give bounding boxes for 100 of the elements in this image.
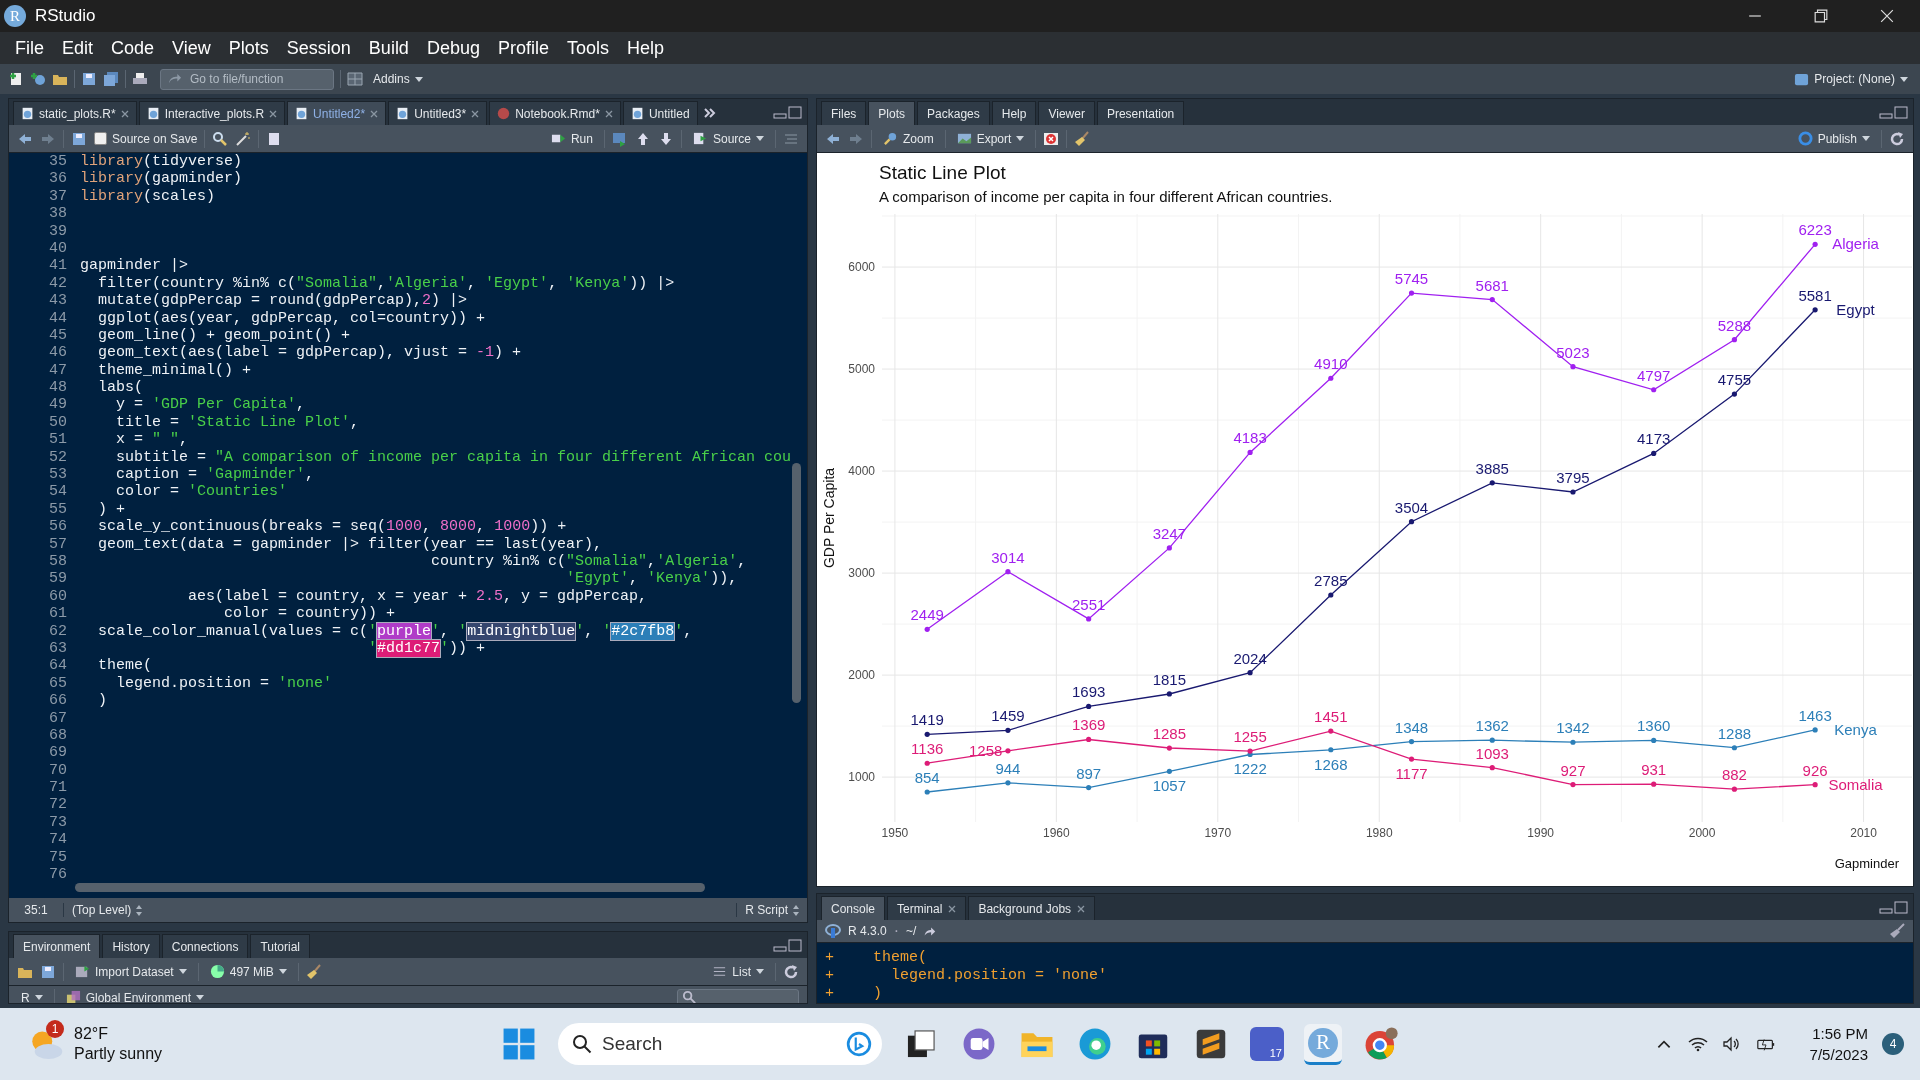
- broom-icon[interactable]: [305, 963, 322, 980]
- pane-tab[interactable]: Presentation: [1096, 101, 1185, 125]
- run-button[interactable]: Run: [546, 129, 597, 148]
- tab-close-icon[interactable]: [370, 109, 379, 118]
- pane-layout-icon[interactable]: [347, 71, 363, 87]
- plot-title: Static Line Plot: [879, 162, 1007, 184]
- pane-tab[interactable]: Files: [821, 101, 867, 125]
- source-button[interactable]: Source: [688, 129, 768, 148]
- editor-tab[interactable]: Notebook.Rmd*: [489, 101, 621, 125]
- environment-selector[interactable]: Global Environment: [61, 988, 209, 1003]
- code-line: y = 'GDP Per Capita',: [115, 396, 306, 414]
- pane-tab[interactable]: Tutorial: [250, 934, 310, 958]
- source-on-save-checkbox[interactable]: Source on Save: [94, 131, 198, 146]
- refresh-icon[interactable]: [783, 963, 799, 980]
- memory-usage-button[interactable]: 497 MiB: [205, 962, 291, 981]
- data-label: 1057: [1152, 777, 1187, 795]
- taskbar-search-field[interactable]: Search: [558, 1023, 882, 1065]
- pane-tab[interactable]: Background Jobs: [968, 896, 1096, 920]
- line-number: 54: [48, 483, 68, 501]
- menu-item[interactable]: File: [8, 37, 51, 59]
- pane-tab[interactable]: Help: [991, 101, 1037, 125]
- pane-tab[interactable]: Connections: [161, 934, 249, 958]
- menu-item[interactable]: View: [165, 37, 218, 59]
- save-icon[interactable]: [81, 71, 97, 87]
- refresh-icon[interactable]: [1889, 130, 1905, 147]
- save-icon[interactable]: [71, 130, 87, 147]
- menu-item[interactable]: Edit: [55, 37, 101, 59]
- code-line: color = country)) +: [223, 605, 396, 623]
- remove-plot-icon[interactable]: [1043, 130, 1060, 147]
- pane-tab[interactable]: Plots: [868, 101, 916, 125]
- import-dataset-button[interactable]: Import Dataset: [71, 962, 191, 981]
- minimize-pane-icon[interactable]: [773, 939, 803, 953]
- menu-item[interactable]: Plots: [221, 37, 276, 59]
- publish-button[interactable]: Publish: [1793, 129, 1874, 148]
- minimize-pane-icon[interactable]: [1879, 901, 1909, 915]
- menu-item[interactable]: Tools: [559, 37, 616, 59]
- x-tick-label: 2010: [1850, 826, 1877, 840]
- editor-tab[interactable]: Interactive_plots.R: [138, 101, 286, 125]
- broom-icon[interactable]: [1889, 923, 1905, 939]
- tab-close-icon[interactable]: [120, 109, 129, 118]
- pane-tab[interactable]: Terminal: [887, 896, 967, 920]
- scope-selector[interactable]: (Top Level): [64, 903, 151, 917]
- line-number: 69: [48, 744, 68, 762]
- rerun-icon[interactable]: [611, 130, 628, 147]
- pane-tab[interactable]: Console: [821, 896, 886, 920]
- data-point: [1570, 781, 1576, 788]
- save-icon[interactable]: [40, 963, 56, 980]
- pane-tab[interactable]: Viewer: [1038, 101, 1095, 125]
- project-menu[interactable]: Project: (None): [1790, 69, 1912, 89]
- line-number: 52: [48, 448, 68, 467]
- view-mode-button[interactable]: List: [708, 962, 768, 981]
- data-point: [1166, 745, 1172, 751]
- menu-item[interactable]: Help: [620, 37, 672, 59]
- magic-wand-icon[interactable]: [235, 130, 252, 147]
- tab-close-icon[interactable]: [471, 109, 480, 118]
- file-type-selector[interactable]: R Script: [736, 903, 807, 917]
- tab-close-icon[interactable]: [948, 904, 957, 913]
- code-line: gapminder |>: [80, 257, 189, 275]
- editor-tab[interactable]: static_plots.R*: [13, 101, 137, 125]
- pane-tab[interactable]: Packages: [917, 101, 990, 125]
- editor-tab[interactable]: Untitled3*: [388, 101, 488, 125]
- scrollbar[interactable]: [792, 463, 801, 703]
- editor-tab[interactable]: Untitled: [622, 101, 698, 125]
- minimize-pane-icon[interactable]: [773, 106, 803, 120]
- language-selector[interactable]: R: [17, 988, 47, 1003]
- editor-tab[interactable]: Untitled2*: [287, 101, 387, 125]
- more-tabs-icon[interactable]: [703, 107, 716, 119]
- clock-time[interactable]: 1:56 PM: [1812, 1025, 1868, 1042]
- broom-icon[interactable]: [1074, 130, 1091, 147]
- menu-item[interactable]: Debug: [419, 37, 487, 59]
- code-line: color = 'Countries': [115, 483, 288, 501]
- new-project-icon[interactable]: [30, 71, 46, 87]
- data-label: 1348: [1394, 718, 1429, 736]
- scrollbar[interactable]: [75, 883, 705, 892]
- addins-menu[interactable]: Addins: [369, 70, 427, 88]
- chat-logo-icon[interactable]: [846, 1031, 872, 1057]
- menu-item[interactable]: Session: [279, 37, 358, 59]
- search-icon[interactable]: [212, 130, 229, 147]
- notification-badge[interactable]: 4: [1882, 1033, 1904, 1055]
- menu-item[interactable]: Profile: [490, 37, 556, 59]
- search-field[interactable]: [677, 989, 799, 1003]
- tab-close-icon[interactable]: [1077, 904, 1086, 913]
- calendar-app-icon[interactable]: 17: [1250, 1027, 1284, 1061]
- clock-date[interactable]: 7/5/2023: [1809, 1046, 1868, 1063]
- minimize-pane-icon[interactable]: [1879, 106, 1909, 120]
- data-label: 5745: [1394, 270, 1429, 288]
- print-icon[interactable]: [132, 71, 148, 87]
- new-file-icon[interactable]: [8, 71, 24, 87]
- pane-tab[interactable]: History: [102, 934, 160, 958]
- wifi-icon[interactable]: [1687, 1035, 1708, 1053]
- pane-tab[interactable]: Environment: [13, 934, 101, 958]
- menu-item[interactable]: Code: [104, 37, 162, 59]
- speaker-icon[interactable]: [1721, 1035, 1742, 1053]
- menu-item[interactable]: Build: [361, 37, 416, 59]
- r-file-icon: [295, 107, 309, 120]
- zoom-button[interactable]: Zoom: [879, 129, 938, 148]
- tab-close-icon[interactable]: [269, 109, 278, 118]
- save-all-icon[interactable]: [103, 71, 119, 87]
- tab-close-icon[interactable]: [604, 109, 613, 118]
- export-button[interactable]: Export: [952, 129, 1029, 148]
